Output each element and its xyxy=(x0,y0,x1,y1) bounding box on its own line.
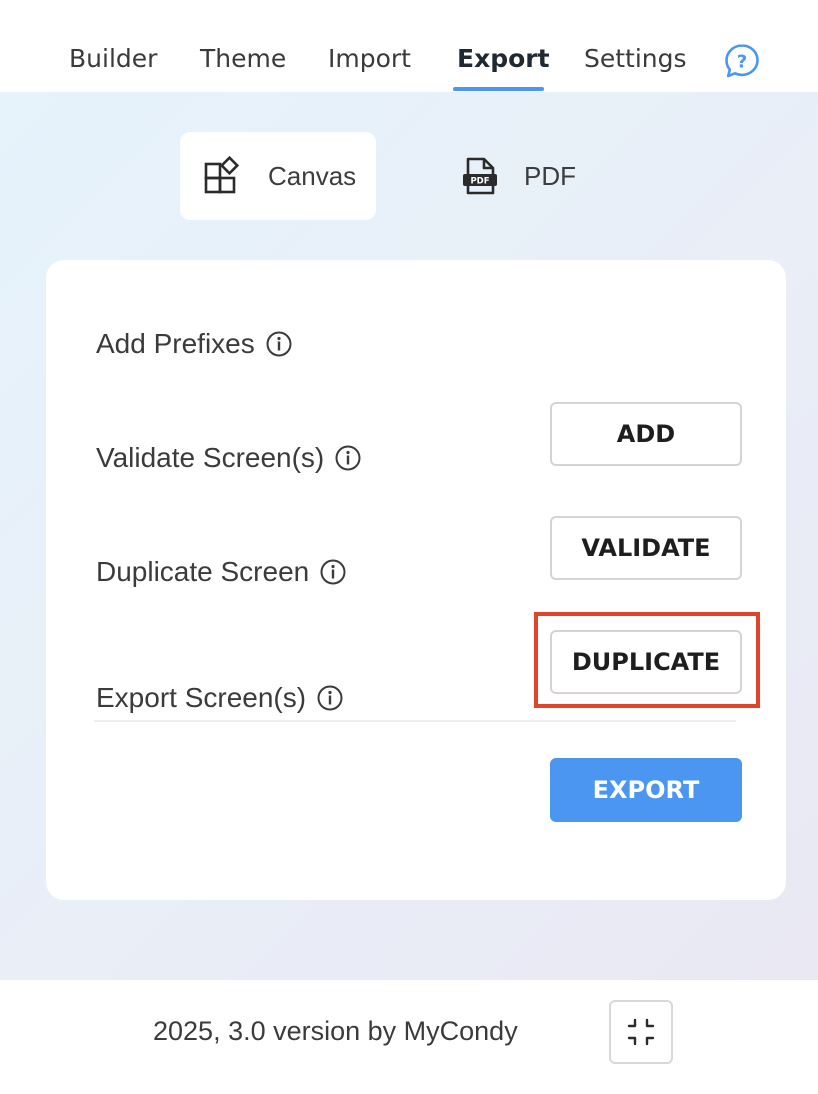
info-icon[interactable] xyxy=(265,330,293,358)
main-panel: Canvas PDF PDF Add Prefixes ADD Validate… xyxy=(0,92,818,980)
svg-text:PDF: PDF xyxy=(470,177,489,187)
active-tab-indicator xyxy=(453,87,544,91)
validate-button[interactable]: VALIDATE xyxy=(550,516,742,580)
canvas-shapes-icon xyxy=(204,156,240,194)
validate-screens-row-label: Validate Screen(s) xyxy=(96,440,362,476)
collapse-button[interactable] xyxy=(609,1000,673,1064)
export-screens-label: Export Screen(s) xyxy=(96,682,307,713)
add-prefixes-label: Add Prefixes xyxy=(96,328,255,359)
collapse-arrows-icon xyxy=(627,1018,655,1046)
divider xyxy=(94,720,736,722)
tab-settings[interactable]: Settings xyxy=(584,44,687,80)
info-icon[interactable] xyxy=(316,684,344,712)
subtab-pdf[interactable]: PDF PDF xyxy=(440,132,610,220)
validate-screens-label: Validate Screen(s) xyxy=(96,442,325,473)
info-icon[interactable] xyxy=(319,558,347,586)
duplicate-screen-label: Duplicate Screen xyxy=(96,556,310,587)
top-nav: Builder Theme Import Export Settings ? xyxy=(0,0,818,92)
tab-builder[interactable]: Builder xyxy=(69,44,157,80)
add-button[interactable]: ADD xyxy=(550,402,742,466)
subtab-pdf-label: PDF xyxy=(524,161,576,191)
help-button[interactable]: ? xyxy=(724,43,760,79)
tab-import[interactable]: Import xyxy=(328,44,411,80)
export-options-card: Add Prefixes ADD Validate Screen(s) VALI… xyxy=(46,260,786,900)
tab-theme[interactable]: Theme xyxy=(200,44,286,80)
question-chat-icon: ? xyxy=(725,44,759,78)
export-button[interactable]: EXPORT xyxy=(550,758,742,822)
export-screens-row: Export Screen(s) xyxy=(96,680,344,716)
subtab-canvas-label: Canvas xyxy=(268,161,357,191)
subtab-canvas[interactable]: Canvas xyxy=(180,132,376,220)
footer-version-text: 2025, 3.0 version by MyCondy xyxy=(153,1016,518,1046)
svg-text:?: ? xyxy=(737,52,747,73)
footer: 2025, 3.0 version by MyCondy xyxy=(0,980,818,1094)
info-icon[interactable] xyxy=(334,444,362,472)
add-prefixes-row-label: Add Prefixes xyxy=(96,326,293,362)
duplicate-button[interactable]: DUPLICATE xyxy=(550,630,742,694)
duplicate-screen-row-label: Duplicate Screen xyxy=(96,554,347,590)
tab-export[interactable]: Export xyxy=(457,44,550,80)
pdf-file-icon: PDF xyxy=(463,157,497,195)
